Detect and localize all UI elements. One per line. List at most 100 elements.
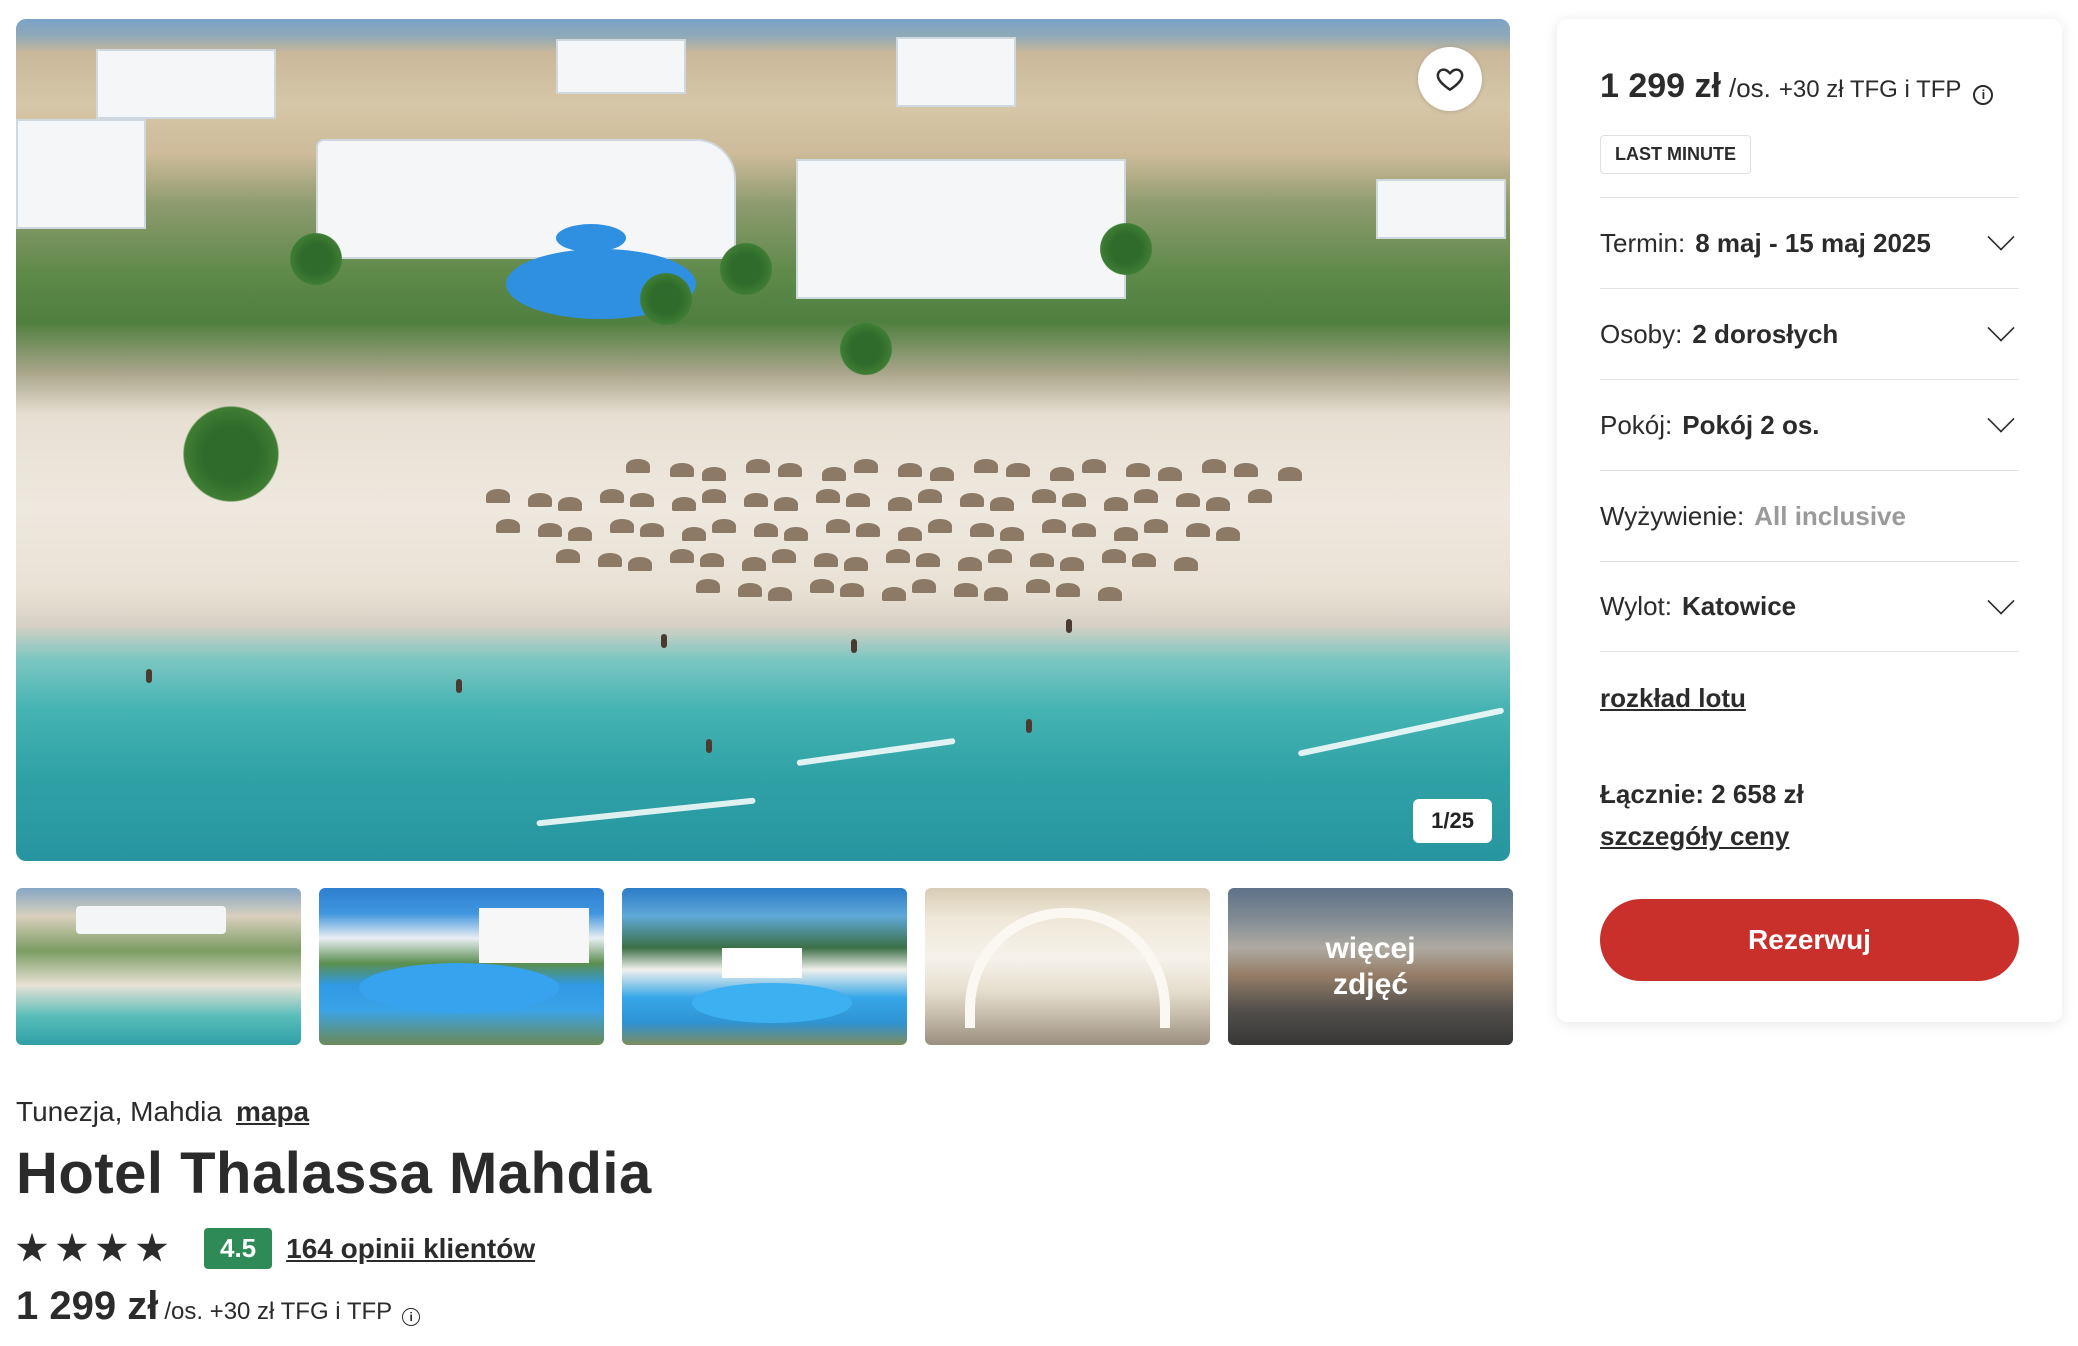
photo-detail (1056, 583, 1080, 597)
photo-detail (954, 583, 978, 597)
main-gallery-photo[interactable]: 1/25 (16, 19, 1510, 861)
photo-detail (568, 527, 592, 541)
chevron-down-icon (1987, 223, 2015, 251)
heart-icon (1436, 68, 1464, 91)
photo-detail (814, 553, 838, 567)
photo-detail (1102, 549, 1126, 563)
photo-detail (486, 489, 510, 503)
option-date[interactable]: Termin: 8 maj - 15 maj 2025 (1600, 197, 2019, 288)
photo-detail (912, 579, 936, 593)
price-details-link[interactable]: szczegóły ceny (1600, 821, 1789, 852)
photo-detail (528, 493, 552, 507)
photo-detail (754, 523, 778, 537)
chevron-down-icon (1987, 405, 2015, 433)
photo-detail (538, 523, 562, 537)
map-link[interactable]: mapa (236, 1096, 309, 1128)
photo-detail (1144, 519, 1168, 533)
photo-detail (1096, 219, 1156, 279)
photo-detail (822, 467, 846, 481)
card-price: 1 299 zł /os. +30 zł TFG i TFP i (1600, 67, 1994, 106)
location-text: Tunezja, Mahdia (16, 1096, 222, 1127)
photo-detail (630, 493, 654, 507)
photo-detail (898, 527, 922, 541)
photo-detail (930, 467, 954, 481)
photo-detail (898, 463, 922, 477)
thumbnail-pool-area[interactable] (319, 888, 604, 1045)
card-price-fee: +30 zł TFG i TFP (1778, 76, 1962, 103)
total-price: Łącznie: 2 658 zł (1600, 779, 1804, 809)
photo-detail (1050, 467, 1074, 481)
photo-detail (706, 739, 712, 753)
photo-detail (1026, 719, 1032, 733)
photo-detail (1032, 489, 1056, 503)
photo-detail (960, 493, 984, 507)
photo-detail (958, 557, 982, 571)
photo-detail (846, 493, 870, 507)
chevron-down-icon (1987, 586, 2015, 615)
photo-detail (670, 463, 694, 477)
info-icon[interactable]: i (1973, 84, 1994, 105)
price-suffix: /os. +30 zł TFG i TFP (164, 1298, 393, 1325)
photo-detail (96, 49, 276, 119)
card-price-per: /os. (1728, 73, 1771, 103)
option-value: 2 dorosłych (1692, 318, 1839, 349)
hotel-name: Hotel Thalassa Mahdia (16, 1141, 652, 1206)
rating-row: 4.5 164 opinii klientów (16, 1228, 535, 1269)
photo-detail (988, 549, 1012, 563)
star-icon (136, 1232, 168, 1262)
photo-detail (1026, 579, 1050, 593)
photo-detail (784, 527, 808, 541)
photo-detail (1216, 527, 1240, 541)
thumbnail-pool-palms[interactable] (622, 888, 907, 1045)
photo-detail (700, 553, 724, 567)
flight-schedule-link[interactable]: rozkład lotu (1600, 683, 1746, 714)
photo-detail (496, 519, 520, 533)
photo-detail (826, 519, 850, 533)
option-label: Wyżywienie: (1600, 500, 1745, 531)
photo-detail (682, 527, 706, 541)
option-value: All inclusive (1754, 500, 1906, 531)
photo-detail (1376, 179, 1506, 239)
reviews-link[interactable]: 164 opinii klientów (286, 1233, 535, 1265)
photo-detail (1297, 707, 1505, 757)
photo-detail (1060, 557, 1084, 571)
photo-detail (796, 159, 1126, 299)
photo-detail (886, 549, 910, 563)
photo-detail (840, 583, 864, 597)
thumbnail-restaurant[interactable] (925, 888, 1210, 1045)
photo-detail (844, 557, 868, 571)
thumbnail-more-photos[interactable]: więcej zdjęć (1228, 888, 1513, 1045)
photo-detail (316, 139, 736, 259)
photo-detail (738, 583, 762, 597)
option-label: Termin: (1600, 227, 1686, 258)
thumbnail-strip: więcej zdjęć (16, 888, 1513, 1045)
photo-detail (1134, 489, 1158, 503)
photo-detail (716, 239, 776, 299)
hotel-location: Tunezja, Mahdia mapa (16, 1096, 309, 1128)
thumbnail-beach-aerial[interactable] (16, 888, 301, 1045)
book-button[interactable]: Rezerwuj (1600, 899, 2019, 981)
info-icon[interactable]: i (402, 1308, 421, 1326)
photo-detail (896, 37, 1016, 107)
photo-detail (772, 549, 796, 563)
photo-detail (778, 463, 802, 477)
option-departure[interactable]: Wylot: Katowice (1600, 561, 2019, 652)
photo-detail (856, 523, 880, 537)
photo-detail (16, 119, 146, 229)
photo-detail (661, 634, 667, 648)
photo-detail (628, 557, 652, 571)
favorite-button[interactable] (1418, 47, 1482, 111)
star-icon (56, 1232, 88, 1262)
photo-detail (1206, 497, 1230, 511)
photo-counter: 1/25 (1413, 799, 1492, 843)
photo-detail (1234, 463, 1258, 477)
photo-detail (1278, 467, 1302, 481)
photo-detail (636, 269, 696, 329)
photo-detail (146, 669, 152, 683)
photo-detail (176, 399, 286, 509)
option-persons[interactable]: Osoby: 2 dorosłych (1600, 288, 2019, 379)
photo-detail (702, 467, 726, 481)
photo-detail (984, 587, 1008, 601)
option-room[interactable]: Pokój: Pokój 2 os. (1600, 379, 2019, 470)
photo-detail (882, 587, 906, 601)
